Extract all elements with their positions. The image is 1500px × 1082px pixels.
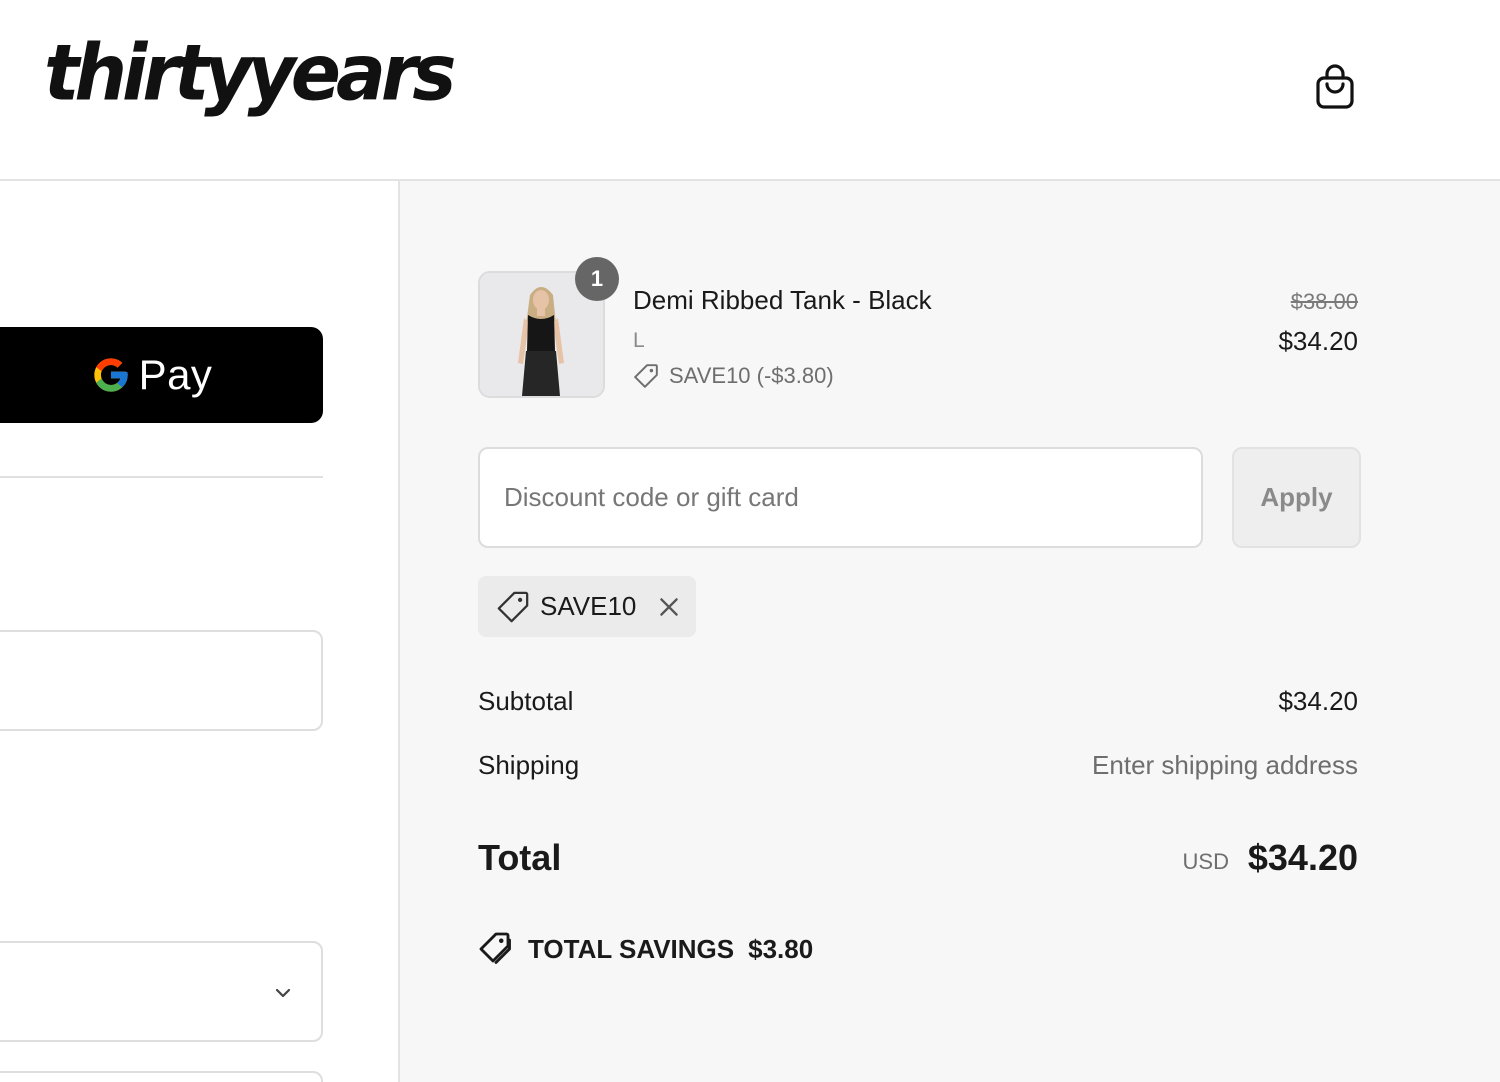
savings-value: $3.80: [748, 933, 814, 964]
total-savings: TOTAL SAVINGS $3.80: [478, 931, 813, 967]
quantity-badge: 1: [575, 257, 619, 301]
product-discount: SAVE10 (-$3.80): [633, 363, 834, 389]
total-currency: USD: [1182, 849, 1229, 874]
express-divider: [0, 476, 323, 478]
savings-tag-icon: [479, 932, 511, 964]
savings-label: TOTAL SAVINGS: [528, 933, 735, 964]
gpay-label: Pay: [138, 351, 213, 398]
country-select[interactable]: [0, 941, 323, 1042]
total-label: Total: [478, 837, 562, 878]
google-pay-button[interactable]: Pay: [0, 327, 323, 423]
google-g-icon: [93, 358, 128, 392]
tag-icon: [497, 591, 529, 622]
original-price: $38.00: [1290, 289, 1358, 314]
shipping-value: Enter shipping address: [1092, 750, 1358, 780]
discounted-price: $34.20: [1278, 326, 1358, 356]
subtotal-value: $34.20: [1278, 686, 1358, 716]
name-field[interactable]: [0, 1071, 323, 1082]
total-value: $34.20: [1247, 837, 1358, 878]
product-discount-text: SAVE10 (-$3.80): [669, 363, 834, 388]
checkout-page: thirtyyears Pay 1 Demi Ribbed Tank - Bla…: [0, 0, 1500, 1082]
checkout-form-column: Pay: [0, 183, 398, 1082]
applied-code-text: SAVE10: [540, 591, 637, 621]
subtotal-label: Subtotal: [478, 686, 574, 716]
site-header: thirtyyears: [0, 0, 1500, 181]
tag-icon: [634, 364, 658, 388]
shopping-bag-icon[interactable]: [1314, 64, 1356, 110]
applied-code-chip: SAVE10: [478, 576, 696, 637]
shipping-label: Shipping: [478, 750, 580, 780]
close-icon[interactable]: [656, 594, 682, 620]
store-logo[interactable]: thirtyyears: [44, 34, 456, 112]
chevron-down-icon: [275, 988, 291, 998]
order-summary: 1 Demi Ribbed Tank - Black L SAVE10 (-$3…: [398, 181, 1500, 1082]
product-variant: L: [633, 329, 645, 352]
apply-button[interactable]: Apply: [1232, 447, 1361, 548]
discount-code-input[interactable]: [478, 447, 1203, 548]
contact-field[interactable]: [0, 630, 323, 731]
product-name: Demi Ribbed Tank - Black: [633, 285, 932, 315]
